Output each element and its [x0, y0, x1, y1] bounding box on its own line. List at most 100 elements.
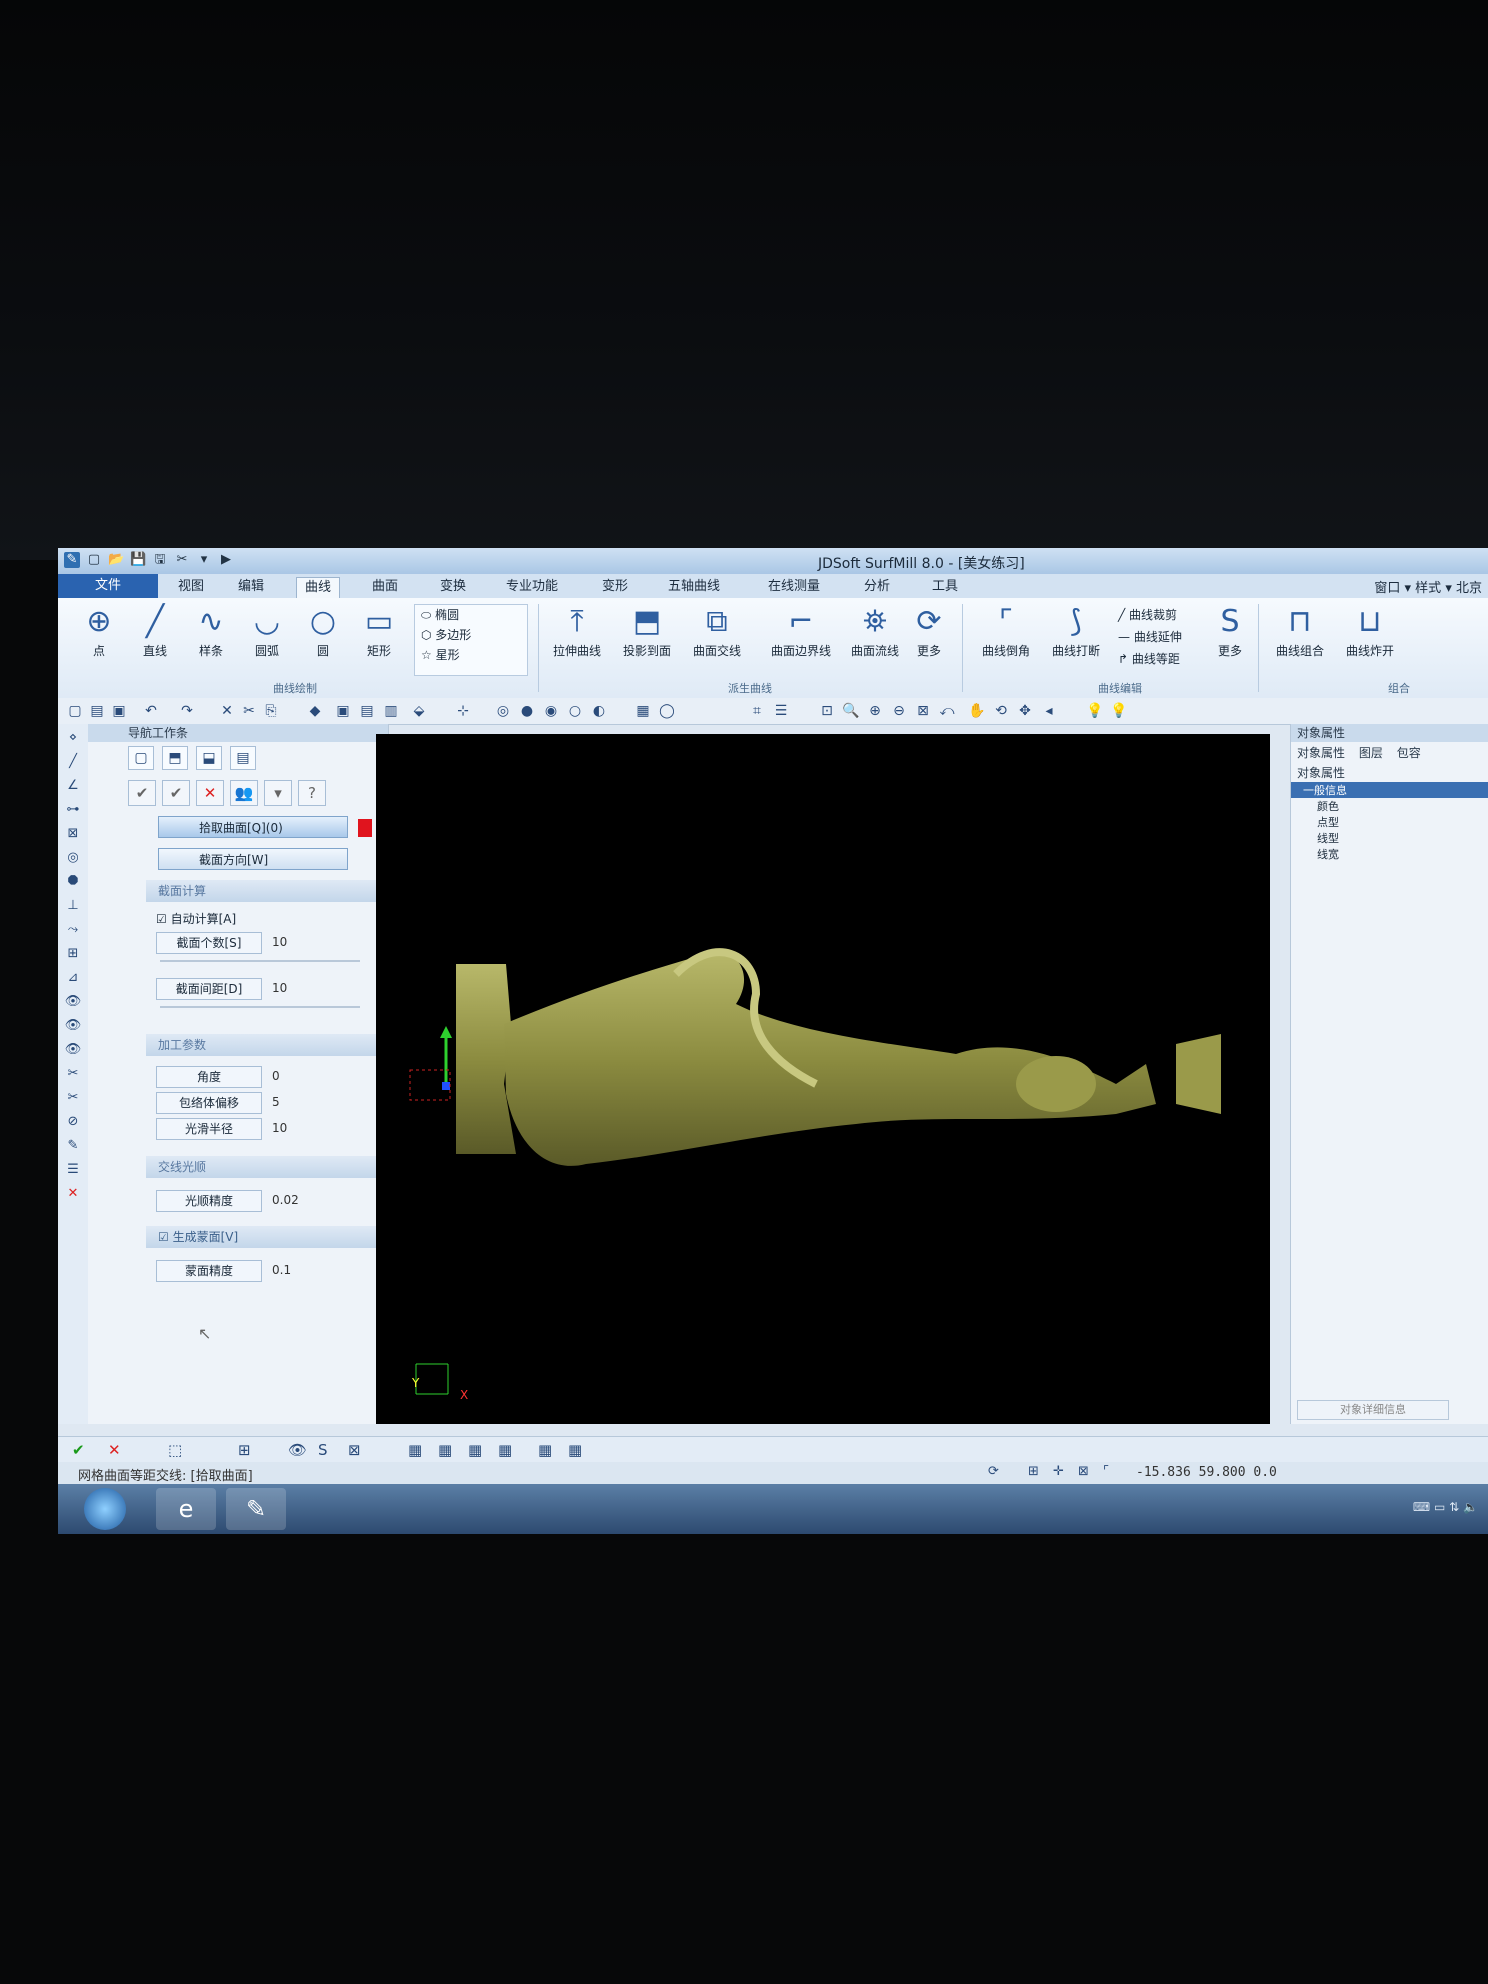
arc-button[interactable]: ◡ 圆弧	[238, 602, 296, 659]
line-tool-icon[interactable]: ╱	[62, 754, 84, 772]
tab-tools[interactable]: 工具	[924, 577, 966, 597]
cross-box-icon[interactable]: ⊠	[62, 826, 84, 844]
tab-surface[interactable]: 曲面	[364, 577, 406, 597]
tab-analysis[interactable]: 分析	[856, 577, 898, 597]
curve-chamfer-button[interactable]: ⌜ 曲线倒角	[970, 602, 1042, 659]
zoom-out-icon[interactable]: ⊖	[890, 702, 908, 720]
octagon-icon[interactable]: ⯃	[62, 874, 84, 892]
spline-button[interactable]: ∿ 样条	[182, 602, 240, 659]
polygon-item[interactable]: ⬡ 多边形	[415, 625, 527, 645]
tab-deform[interactable]: 变形	[594, 577, 636, 597]
surface-boundary-button[interactable]: ⌐ 曲面边界线	[764, 602, 838, 659]
eye-icon[interactable]: 👁	[62, 994, 84, 1012]
measure-icon[interactable]: ⊿	[62, 970, 84, 988]
ellipse-item[interactable]: ⬭ 椭圆	[415, 605, 527, 625]
tab-view[interactable]: 视图	[170, 577, 212, 597]
cube-view-icon[interactable]: ◆	[306, 702, 324, 720]
surfmill-task-icon[interactable]: ✎	[226, 1488, 286, 1530]
battery-icon[interactable]: ▭	[1434, 1500, 1445, 1514]
section-spacing-input[interactable]: 10	[272, 978, 376, 998]
grid-bottom-icon[interactable]: ▦	[408, 1441, 422, 1459]
zoom-in-icon[interactable]: ⊕	[866, 702, 884, 720]
move-icon[interactable]: ✥	[1016, 702, 1034, 720]
angle-input[interactable]: 0	[272, 1066, 376, 1086]
save-toolbar-icon[interactable]: ▣	[110, 702, 128, 720]
auto-calc-checkbox[interactable]: ☑ 自动计算[A]	[156, 910, 236, 927]
report-icon[interactable]: ▤	[230, 746, 256, 770]
extend-tool-icon[interactable]: ⤳	[62, 922, 84, 940]
iso-view-icon[interactable]: ▣	[334, 702, 352, 720]
curve-explode-button[interactable]: ⊔ 曲线炸开	[1334, 602, 1406, 659]
confirm-icon[interactable]: ✔	[128, 780, 156, 806]
pick-surface-button[interactable]: 拾取曲面[Q](0)	[158, 816, 348, 838]
star-item[interactable]: ☆ 星形	[415, 645, 527, 665]
project-to-surface-button[interactable]: ⬒ 投影到面	[618, 602, 676, 659]
eye2-icon[interactable]: 👁	[62, 1018, 84, 1036]
snap-status-icon[interactable]: ⊞	[1028, 1464, 1039, 1479]
rotate-icon[interactable]: ⟲	[992, 702, 1010, 720]
section-count-slider[interactable]	[160, 960, 360, 962]
target-icon[interactable]: ◎	[62, 850, 84, 868]
light-bulb-icon[interactable]: 💡	[1086, 702, 1104, 720]
line-width-item[interactable]: 线宽	[1291, 846, 1488, 862]
surface-select-icon[interactable]: ▢	[128, 746, 154, 770]
cut-tool2-icon[interactable]: ✂	[62, 1090, 84, 1108]
refresh-icon[interactable]: ⟳	[988, 1464, 999, 1479]
layer-select-icon[interactable]: ⬒	[162, 746, 188, 770]
curve-offset-button[interactable]: ↱ 曲线等距	[1118, 650, 1180, 667]
start-button[interactable]	[84, 1488, 126, 1530]
smooth-precision-input[interactable]: 0.02	[272, 1190, 376, 1210]
curve-break-button[interactable]: ⟆ 曲线打断	[1040, 602, 1112, 659]
intersect-smooth-header[interactable]: 交线光顺	[146, 1156, 378, 1178]
tab-contain[interactable]: 包容	[1397, 746, 1421, 760]
play-icon[interactable]: ▶	[218, 552, 234, 568]
grid-tool-icon[interactable]: ⊞	[62, 946, 84, 964]
plus-status-icon[interactable]: ✛	[1053, 1464, 1064, 1479]
layer-bottom-icon[interactable]: ⊞	[238, 1441, 251, 1459]
hidden-line-icon[interactable]: ○	[566, 702, 584, 720]
people-icon[interactable]: 👥	[230, 780, 258, 806]
ok-icon[interactable]: ✔	[72, 1441, 85, 1459]
save-icon[interactable]: 💾	[130, 552, 146, 568]
open-icon[interactable]: ▤	[88, 702, 106, 720]
keyboard-icon[interactable]: ⌨	[1413, 1500, 1430, 1514]
grid4-bottom-icon[interactable]: ▦	[498, 1441, 512, 1459]
skin-precision-input[interactable]: 0.1	[272, 1260, 376, 1280]
filter-bottom-icon[interactable]: ⊠	[348, 1441, 361, 1459]
dimension-icon[interactable]: ⊶	[62, 802, 84, 820]
curve-combine-button[interactable]: ⊓ 曲线组合	[1264, 602, 1336, 659]
general-info-item[interactable]: 一般信息	[1291, 782, 1488, 798]
pen-icon[interactable]: ✎	[62, 1138, 84, 1156]
beijing-menu[interactable]: 北京	[1456, 581, 1482, 596]
wireframe-icon[interactable]: ◎	[494, 702, 512, 720]
top-view-icon[interactable]: ▥	[382, 702, 400, 720]
grid3-bottom-icon[interactable]: ▦	[468, 1441, 482, 1459]
render-icon[interactable]: ◉	[542, 702, 560, 720]
envelope-input[interactable]: 5	[272, 1092, 376, 1112]
curve-trim-button[interactable]: ╱ 曲线裁剪	[1118, 606, 1177, 623]
grid-icon[interactable]: ▦	[634, 702, 652, 720]
trim-tool-icon[interactable]: ⊥	[62, 898, 84, 916]
zoom-window-icon[interactable]: ⊡	[818, 702, 836, 720]
section-spacing-slider[interactable]	[160, 1006, 360, 1008]
derived-more-button[interactable]: ⟳ 更多	[908, 602, 950, 659]
delete-icon[interactable]: ✕	[218, 702, 236, 720]
point-button[interactable]: ⊕ 点	[70, 602, 128, 659]
save-as-icon[interactable]: 🖫	[152, 552, 168, 568]
s-bottom-icon[interactable]: S	[318, 1441, 328, 1459]
open-folder-icon[interactable]: 📂	[108, 552, 124, 568]
copy-icon[interactable]: ⎘	[262, 702, 280, 720]
plane-icon[interactable]: ⬙	[410, 702, 428, 720]
delete-tool-icon[interactable]: ✕	[62, 1186, 84, 1204]
line-type-item[interactable]: 线型	[1291, 830, 1488, 846]
edit-more-button[interactable]: S 更多	[1208, 602, 1252, 659]
3d-viewport[interactable]: Y X	[376, 734, 1270, 1424]
section-calc-header[interactable]: 截面计算	[146, 880, 378, 902]
window-menu[interactable]: 窗口	[1374, 581, 1400, 596]
axis-icon[interactable]: ⊹	[454, 702, 472, 720]
select-arrow-icon[interactable]: ⬚	[168, 1441, 182, 1459]
surface-intersect-button[interactable]: ⧉ 曲面交线	[688, 602, 746, 659]
select-filter-icon[interactable]: ⌗	[748, 702, 766, 720]
tab-file[interactable]: 文件	[58, 574, 158, 598]
line-button[interactable]: ╱ 直线	[126, 602, 184, 659]
